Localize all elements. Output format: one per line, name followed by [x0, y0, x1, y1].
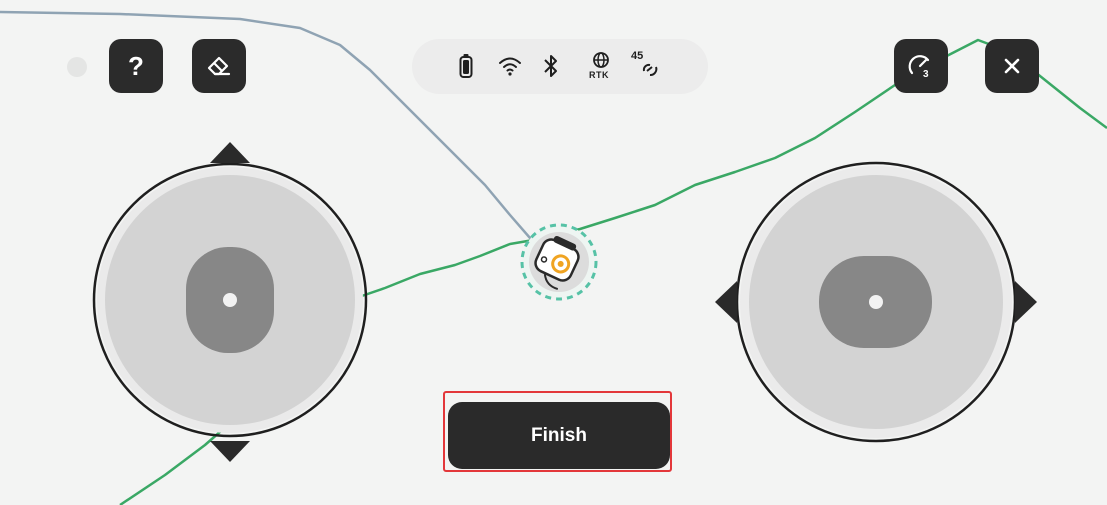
close-button[interactable] — [985, 39, 1039, 93]
wifi-icon — [499, 57, 521, 76]
rtk-label: RTK — [589, 70, 609, 80]
battery-icon — [459, 54, 473, 78]
left-joystick-center-dot — [223, 293, 237, 307]
speed-level-badge: 3 — [923, 69, 929, 80]
right-joystick-center-dot — [869, 295, 883, 309]
left-joystick-up-arrow[interactable] — [210, 142, 250, 163]
bluetooth-icon — [544, 55, 557, 77]
left-joystick[interactable] — [92, 142, 368, 462]
right-joystick[interactable] — [715, 161, 1037, 443]
right-joystick-left-arrow[interactable] — [715, 281, 737, 323]
satellite-link-icon — [642, 63, 658, 76]
device-status-bar: RTK 45 — [412, 39, 708, 94]
erase-button[interactable] — [192, 39, 246, 93]
connection-status-dot — [67, 57, 87, 77]
left-joystick-down-arrow[interactable] — [210, 441, 250, 462]
speed-button[interactable]: 3 — [894, 39, 948, 93]
finish-button[interactable]: Finish — [448, 402, 670, 469]
eraser-icon — [207, 56, 231, 76]
help-button[interactable]: ? — [109, 39, 163, 93]
rtk-globe-icon — [593, 52, 609, 68]
speedometer-icon: 3 — [908, 55, 930, 80]
question-mark-icon: ? — [128, 51, 144, 81]
close-icon — [1004, 58, 1020, 74]
robot-mower-marker — [520, 223, 598, 301]
right-joystick-right-arrow[interactable] — [1015, 281, 1037, 323]
